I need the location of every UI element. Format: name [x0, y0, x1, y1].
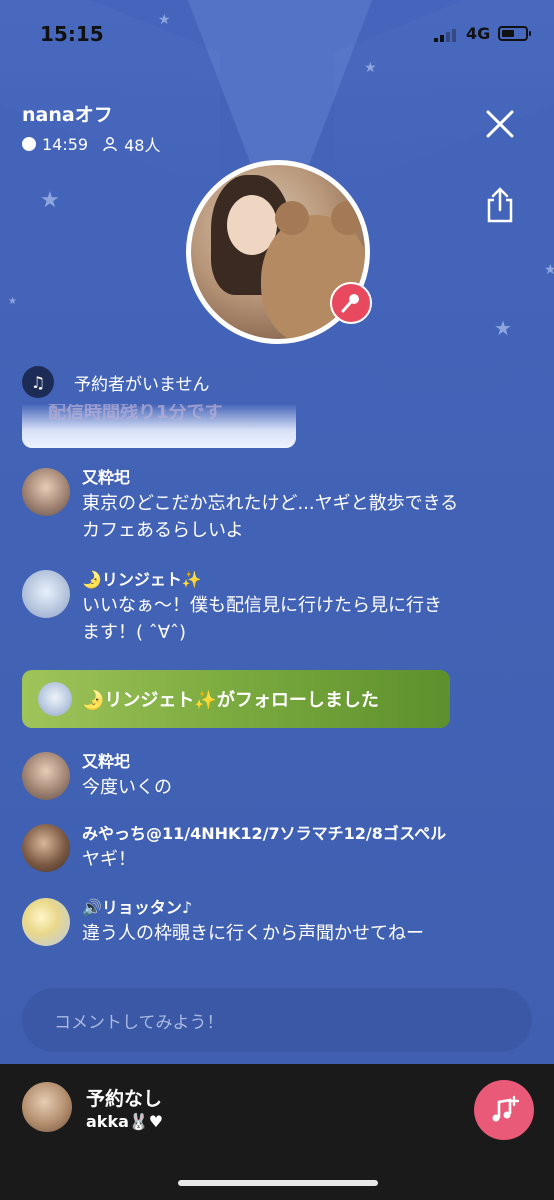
close-icon	[486, 110, 514, 138]
comment-item: 🌛リンジェト✨ いいなぁ〜！僕も配信見に行けたら見に行き ます！( ˆ∀ˆ)	[22, 570, 522, 646]
reservation-row: ♫ 予約者がいません	[22, 366, 210, 398]
comment-text: 東京のどこだか忘れたけど...ヤギと散歩できる カフェあるらしいよ	[82, 490, 522, 544]
reservation-bar: 予約なし akka🐰♥	[0, 1064, 554, 1200]
comment-input-placeholder: コメントしてみよう！	[54, 1012, 224, 1033]
comment-line: 今度いくの	[82, 777, 172, 798]
comment-item: みやっち@11/4NHK12/7ソラマチ12/8ゴスペル ヤギ！	[22, 824, 522, 873]
comment-line: 違う人の枠覗きに行くから声聞かせてねー	[82, 923, 424, 944]
microphone-icon	[341, 294, 359, 313]
host-mini-avatar[interactable]	[22, 1082, 72, 1132]
music-note-icon: ♫	[22, 366, 54, 398]
listener-count: 48人	[124, 136, 161, 155]
teddy-ear	[331, 201, 365, 235]
status-time: 15:15	[40, 22, 104, 46]
comment-line: ます！( ˆ∀ˆ)	[82, 622, 187, 643]
reservation-label: 予約者がいません	[74, 374, 210, 395]
follower-avatar	[38, 682, 72, 716]
comment-item: 又粋圯 東京のどこだか忘れたけど...ヤギと散歩できる カフェあるらしいよ	[22, 468, 522, 544]
star-decoration: ★	[544, 262, 554, 278]
commenter-avatar[interactable]	[22, 752, 70, 800]
request-song-button[interactable]	[474, 1080, 534, 1140]
commenter-name[interactable]: 又粋圯	[82, 468, 522, 488]
cell-signal-icon	[434, 28, 456, 42]
mic-badge	[330, 282, 372, 324]
commenter-name[interactable]: みやっち@11/4NHK12/7ソラマチ12/8ゴスペル	[82, 824, 522, 844]
share-button[interactable]	[484, 186, 516, 224]
time-remaining-text: 配信時間残り1分です	[48, 404, 223, 423]
room-title: nanaオフ	[22, 104, 113, 126]
comment-text: いいなぁ〜！僕も配信見に行けたら見に行き ます！( ˆ∀ˆ)	[82, 592, 522, 646]
follow-notification: 🌛リンジェト✨がフォローしました	[22, 670, 450, 728]
live-dot-icon	[22, 137, 36, 151]
comment-item: 🔊リョッタン♪ 違う人の枠覗きに行くから声聞かせてねー	[22, 898, 522, 947]
reservation-status: 予約なし	[86, 1088, 163, 1110]
comment-text: 今度いくの	[82, 774, 522, 801]
commenter-avatar[interactable]	[22, 898, 70, 946]
comment-line: カフェあるらしいよ	[82, 520, 244, 541]
host-name: akka🐰♥	[86, 1112, 164, 1131]
commenter-name[interactable]: 🔊リョッタン♪	[82, 898, 522, 918]
teddy-bear	[261, 215, 365, 339]
comment-item: 又粋圯 今度いくの	[22, 752, 522, 801]
music-add-icon	[492, 1095, 520, 1122]
status-bar: 15:15 4G	[0, 0, 554, 66]
comment-input[interactable]: コメントしてみよう！	[22, 988, 532, 1052]
elapsed-time: 14:59	[42, 134, 89, 154]
commenter-avatar[interactable]	[22, 570, 70, 618]
comment-line: いいなぁ〜！僕も配信見に行けたら見に行き	[82, 595, 442, 616]
commenter-name[interactable]: 🌛リンジェト✨	[82, 570, 522, 590]
commenter-avatar[interactable]	[22, 468, 70, 516]
teddy-ear	[275, 201, 309, 235]
comment-text: ヤギ！	[82, 846, 522, 873]
commenter-name[interactable]: 又粋圯	[82, 752, 522, 772]
close-button[interactable]	[482, 106, 518, 142]
person-icon	[103, 137, 117, 152]
comment-line: 東京のどこだか忘れたけど...ヤギと散歩できる	[82, 493, 459, 514]
time-remaining-banner: 配信時間残り1分です	[22, 404, 296, 448]
star-decoration: ★	[40, 188, 60, 213]
network-type: 4G	[466, 24, 491, 43]
home-indicator[interactable]	[178, 1180, 378, 1186]
room-meta: 14:59 48人	[22, 132, 160, 156]
commenter-avatar[interactable]	[22, 824, 70, 872]
follow-text: 🌛リンジェト✨がフォローしました	[82, 690, 379, 711]
comment-line: ヤギ！	[82, 849, 136, 870]
star-decoration: ★	[8, 296, 17, 307]
star-decoration: ★	[494, 316, 512, 340]
battery-icon	[498, 26, 531, 41]
comment-text: 違う人の枠覗きに行くから声聞かせてねー	[82, 920, 522, 947]
share-icon	[487, 187, 513, 223]
